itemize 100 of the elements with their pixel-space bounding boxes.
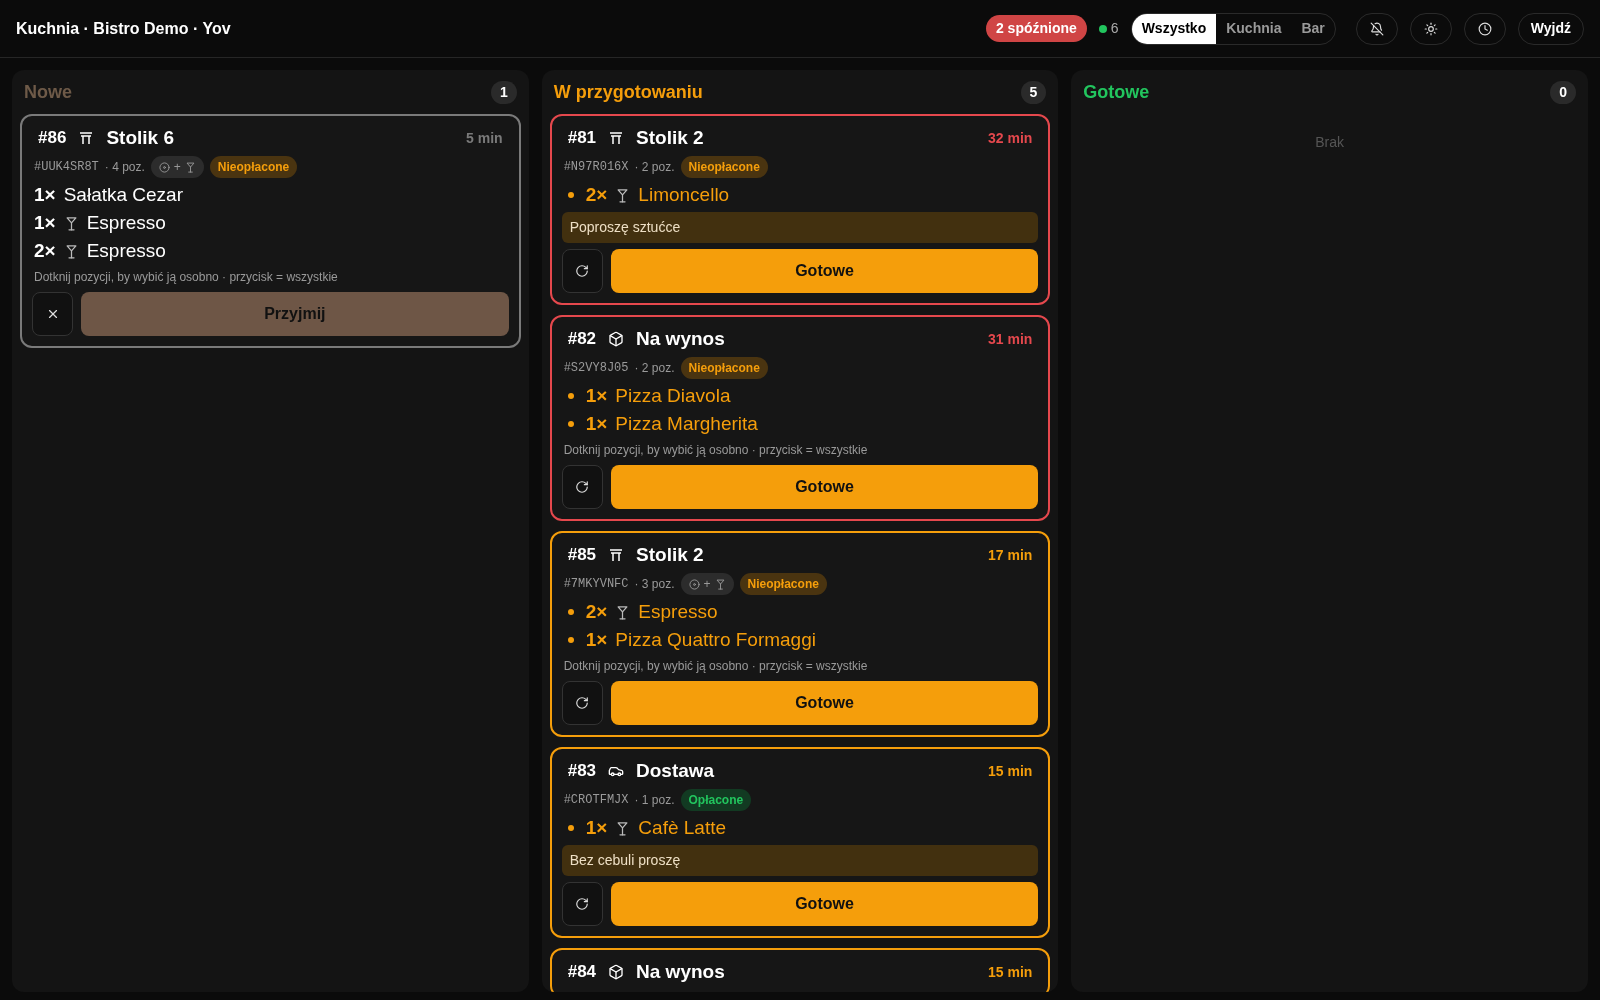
position-count: · 2 poz. (634, 159, 675, 176)
bullet-icon (567, 609, 574, 615)
reject-button[interactable] (32, 292, 73, 336)
order-card[interactable]: #81 Stolik 2 32 min #N97R016X · 2 poz. Nieopłacone 2× Limoncello Poproszę sztućce Gotowe (549, 114, 1051, 305)
order-card[interactable]: #83 Dostawa 15 min #CROTFMJX · 1 poz. Opłacone 1× Cafè Latte Bez cebuli proszę Gotowe (549, 747, 1051, 938)
late-badge: 2 spóźnione (985, 15, 1087, 42)
column-count: 1 (490, 80, 517, 104)
ready-button[interactable]: Gotowe (610, 465, 1039, 509)
order-code: #N97R016X (563, 159, 629, 176)
order-code: #7MKYVNFC (563, 576, 629, 593)
bell-off-icon (1369, 21, 1384, 36)
order-card[interactable]: #85 Stolik 2 17 min #7MKYVNFC · 3 poz. + Nieopłacone 2× Espresso 1× Pizza Quattro Formaggi Dotknij pozycji, by wybić ją osobno · przycisk = wszystkie Gotowe (549, 531, 1051, 737)
clock-icon (1477, 21, 1492, 36)
online-count: 6 (1110, 19, 1119, 38)
column-count: 0 (1550, 80, 1576, 104)
item-name: Cafè Latte (638, 815, 726, 840)
order-number: #83 (567, 760, 597, 783)
item-quantity: 1× (34, 182, 56, 207)
order-number: #85 (567, 544, 597, 567)
ready-button[interactable]: Gotowe (610, 681, 1039, 725)
order-item[interactable]: 1× Pizza Margherita (563, 411, 1037, 437)
empty-text: Brak (1315, 133, 1345, 152)
order-place: Na wynos (636, 959, 725, 984)
order-place: Stolik 6 (106, 125, 174, 150)
order-card[interactable]: #82 Na wynos 31 min #S2VY8J05 · 2 poz. Nieopłacone 1× Pizza Diavola 1× Pizza Margherita Dotknij pozycji, by wybić ją osobno · przycisk = wszystkie Gotowe (549, 315, 1051, 521)
item-name: Espresso (638, 599, 718, 624)
target-icon (158, 161, 170, 173)
column-count: 5 (1020, 80, 1047, 104)
item-name: Pizza Quattro Formaggi (615, 627, 816, 652)
order-note: Bez cebuli proszę (561, 845, 1039, 876)
target-icon (688, 578, 700, 590)
order-place: Na wynos (636, 326, 725, 351)
undo-button[interactable] (561, 249, 603, 293)
station-chip: + (150, 156, 204, 178)
order-place: Dostawa (636, 758, 715, 783)
hint-text: Dotknij pozycji, by wybić ją osobno · przycisk = wszystkie (562, 442, 869, 459)
order-item[interactable]: 2× Espresso (563, 599, 1037, 625)
order-item[interactable]: 1× Sałatka Cezar (34, 182, 507, 208)
refresh-icon (575, 696, 590, 710)
hint-text: Dotknij pozycji, by wybić ją osobno · przycisk = wszystkie (562, 658, 869, 675)
sun-icon (1423, 21, 1438, 36)
position-count: · 4 poz. (104, 159, 145, 176)
ready-button[interactable]: Gotowe (610, 882, 1039, 926)
filter-tab[interactable]: Kuchnia (1216, 13, 1292, 44)
undo-button[interactable] (561, 465, 603, 509)
order-card[interactable]: #86 Stolik 6 5 min #UUK4SR8T · 4 poz. + Nieopłacone 1× Sałatka Cezar 1× Espresso 2× Espresso Dotknij pozycji, by wybić ją osobno · przycisk = wszystkie Przyjmij (20, 114, 521, 348)
order-note: Poproszę sztućce (561, 212, 1039, 243)
item-quantity: 2× (34, 238, 56, 263)
order-number: #82 (567, 328, 597, 351)
order-item[interactable]: 1× Pizza Diavola (563, 383, 1037, 409)
station-chip: + (680, 573, 734, 595)
item-quantity: 2× (585, 599, 608, 624)
item-quantity: 1× (585, 383, 608, 408)
undo-button[interactable] (561, 882, 603, 926)
column-title: Gotowe (1083, 80, 1150, 104)
filter-tab[interactable]: Bar (1291, 13, 1335, 44)
bullet-icon (567, 421, 574, 427)
elapsed-time: 15 min (988, 761, 1033, 781)
elapsed-time: 32 min (988, 128, 1033, 148)
cocktail-icon (714, 578, 726, 590)
payment-badge: Nieopłacone (680, 357, 768, 379)
position-count: · 2 poz. (634, 360, 675, 377)
item-name: Limoncello (638, 182, 730, 207)
item-name: Pizza Margherita (615, 411, 758, 436)
item-name: Espresso (86, 238, 166, 263)
bullet-icon (567, 192, 574, 198)
order-number: #84 (567, 961, 597, 984)
order-item[interactable]: 2× Espresso (34, 238, 507, 264)
order-code: #S2VY8J05 (563, 360, 629, 377)
refresh-icon (575, 264, 590, 278)
item-quantity: 1× (585, 627, 608, 652)
app-title: Kuchnia · Bistro Demo · Yov (16, 18, 231, 39)
payment-badge: Nieopłacone (680, 156, 768, 178)
undo-button[interactable] (561, 681, 603, 725)
order-item[interactable]: 2× Limoncello (563, 182, 1037, 208)
order-item[interactable]: 1× Pizza Quattro Formaggi (563, 627, 1037, 653)
order-card[interactable]: #84 Na wynos 15 min (549, 948, 1051, 992)
elapsed-time: 31 min (988, 329, 1033, 349)
order-place: Stolik 2 (636, 125, 704, 150)
filter-tab[interactable]: Wszystko (1131, 13, 1217, 44)
order-number: #81 (567, 127, 597, 150)
order-place: Stolik 2 (636, 542, 704, 567)
item-name: Espresso (86, 210, 166, 235)
refresh-icon (575, 897, 590, 911)
item-name: Pizza Diavola (615, 383, 731, 408)
item-quantity: 2× (585, 182, 608, 207)
position-count: · 3 poz. (634, 576, 675, 593)
order-item[interactable]: 1× Espresso (34, 210, 507, 236)
item-name: Sałatka Cezar (63, 182, 183, 207)
bullet-icon (567, 393, 574, 399)
payment-badge: Opłacone (680, 789, 752, 811)
item-quantity: 1× (585, 815, 608, 840)
column-title: W przygotowaniu (553, 80, 703, 104)
payment-badge: Nieopłacone (739, 573, 827, 595)
item-quantity: 1× (585, 411, 608, 436)
order-item[interactable]: 1× Cafè Latte (563, 815, 1037, 841)
ready-button[interactable]: Gotowe (610, 249, 1039, 293)
item-quantity: 1× (34, 210, 56, 235)
bullet-icon (567, 825, 574, 831)
elapsed-time: 5 min (466, 128, 503, 148)
